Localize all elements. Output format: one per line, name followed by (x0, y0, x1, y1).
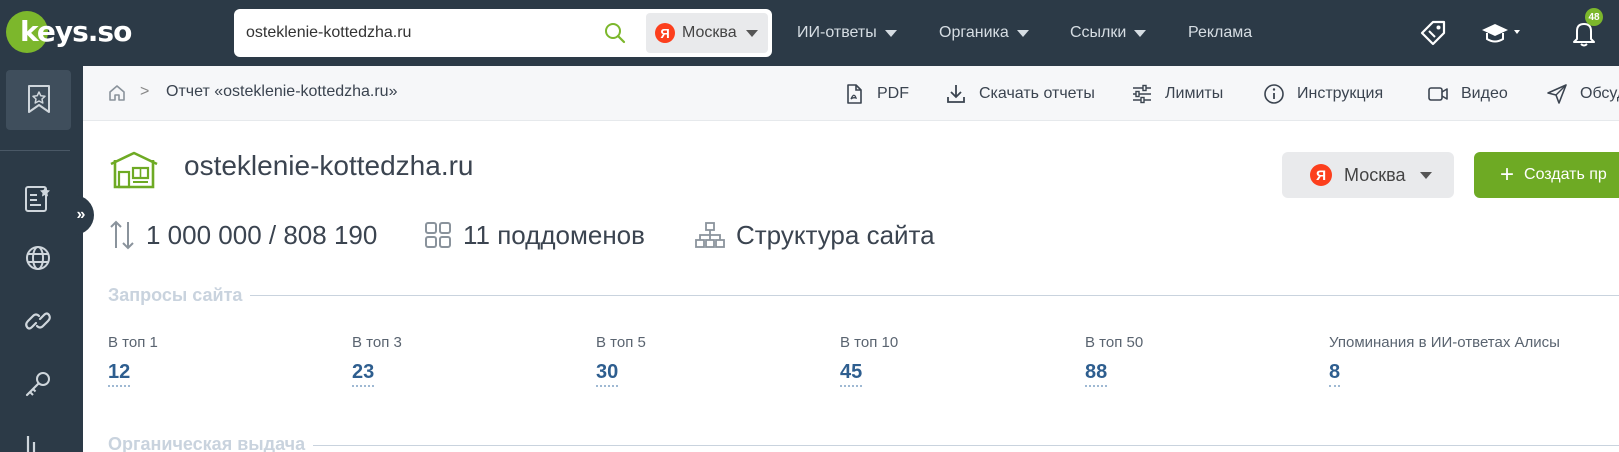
region-label: Москва (682, 24, 737, 41)
send-icon (1547, 83, 1567, 104)
report-toolbar: > Отчет «osteklenie-kottedzha.ru» PDF Ск… (83, 66, 1619, 121)
top-bar: keys.so Я Москва ИИ-ответы Органика Ссыл… (0, 0, 1619, 66)
chevron-down-icon (1016, 29, 1029, 37)
site-domain-title: osteklenie-kottedzha.ru (184, 150, 474, 181)
metric-top10: В топ 10 45 (840, 334, 898, 387)
metric-value[interactable]: 88 (1085, 361, 1108, 387)
queries-section-title: Запросы сайта (108, 285, 251, 306)
house-icon (110, 151, 158, 189)
metric-value[interactable]: 23 (352, 361, 375, 387)
section-divider (108, 295, 1619, 296)
chevron-down-icon (746, 30, 758, 37)
metric-top3: В топ 3 23 (352, 334, 402, 387)
metric-value[interactable]: 30 (596, 361, 619, 387)
link-icon[interactable] (23, 306, 53, 336)
search-input[interactable] (246, 9, 586, 57)
nav-label: Реклама (1188, 24, 1253, 41)
organic-section-title: Органическая выдача (108, 434, 314, 452)
nav-label: Органика (939, 24, 1009, 41)
download-reports-button[interactable]: Скачать отчеты (945, 66, 1095, 121)
list-star-icon[interactable] (23, 184, 53, 214)
nav-label: Ссылки (1070, 24, 1127, 41)
metric-label: В топ 3 (352, 334, 402, 351)
pdf-button[interactable]: PDF (843, 66, 909, 121)
breadcrumb-current: Отчет «osteklenie-kottedzha.ru» (166, 83, 398, 100)
logo-text: keys.so (20, 15, 132, 48)
section-divider (108, 445, 1619, 446)
yandex-icon: Я (1310, 164, 1332, 186)
action-label: Лимиты (1165, 84, 1224, 102)
nav-ads[interactable]: Реклама (1188, 0, 1252, 66)
home-icon[interactable] (107, 83, 127, 103)
sort-arrows-icon (110, 220, 134, 250)
key-icon[interactable] (23, 369, 53, 399)
grid-icon (425, 222, 451, 248)
limits-button[interactable]: Лимиты (1131, 66, 1223, 121)
yandex-icon: Я (655, 23, 675, 43)
metric-value[interactable]: 45 (840, 361, 863, 387)
metric-alice-mentions: Упоминания в ИИ-ответах Алисы 8 (1329, 334, 1560, 387)
notification-count-badge: 48 (1585, 8, 1603, 26)
pdf-icon (847, 83, 862, 104)
metric-label: В топ 5 (596, 334, 646, 351)
region-select[interactable]: Я Москва (646, 13, 768, 53)
action-label: Обсуд (1580, 84, 1619, 102)
sliders-icon (1133, 84, 1151, 103)
metric-label: В топ 10 (840, 334, 899, 351)
site-structure-link[interactable]: Структура сайта (694, 215, 935, 255)
nav-ai-answers[interactable]: ИИ-ответы (797, 0, 897, 66)
sidebar-expand-button[interactable]: » (68, 195, 94, 235)
video-icon (1428, 86, 1448, 101)
tag-icon[interactable] (1418, 18, 1448, 48)
nav-label: ИИ-ответы (797, 24, 877, 41)
metric-label: Упоминания в ИИ-ответах Алисы (1329, 334, 1560, 351)
subdomains-stat[interactable]: 11 поддоменов (423, 215, 645, 255)
chevron-down-icon (884, 29, 897, 37)
pages-indexed-stat: 1 000 000 / 808 190 (108, 215, 377, 255)
metric-value[interactable]: 8 (1329, 361, 1341, 387)
keys-so-logo[interactable]: keys.so (6, 10, 132, 54)
action-label: Инструкция (1297, 84, 1384, 102)
nav-links[interactable]: Ссылки (1070, 0, 1147, 66)
metric-top5: В топ 5 30 (596, 334, 646, 387)
plus-icon: + (1500, 161, 1515, 188)
site-structure-label: Структура сайта (736, 219, 935, 250)
graduation-cap-icon[interactable] (1480, 18, 1526, 48)
left-sidebar: » (0, 66, 94, 452)
action-label: PDF (877, 84, 909, 102)
video-button[interactable]: Видео (1427, 66, 1508, 121)
metric-top50: В топ 50 88 (1085, 334, 1143, 387)
action-label: Видео (1461, 84, 1508, 102)
sidebar-item-bookmarks[interactable] (6, 70, 71, 130)
metric-label: В топ 1 (108, 334, 158, 351)
search-box: Я Москва (234, 9, 772, 57)
metric-value[interactable]: 12 (108, 361, 131, 387)
metric-label: В топ 50 (1085, 334, 1144, 351)
nav-organic[interactable]: Органика (939, 0, 1029, 66)
action-label: Скачать отчеты (979, 84, 1095, 102)
info-icon (1264, 83, 1284, 104)
instructions-button[interactable]: Инструкция (1263, 66, 1383, 121)
pages-stat-value: 1 000 000 / 808 190 (146, 219, 378, 250)
discuss-button[interactable]: Обсуд (1546, 66, 1619, 121)
metric-top1: В топ 1 12 (108, 334, 158, 387)
chevron-down-icon (1420, 172, 1432, 179)
region-label: Москва (1344, 164, 1406, 185)
create-project-button[interactable]: + Создать пр (1474, 152, 1619, 198)
search-icon[interactable] (604, 22, 626, 44)
subdomains-stat-value: 11 поддоменов (463, 219, 645, 250)
bookmark-star-icon (28, 85, 50, 113)
create-button-label: Создать пр (1524, 166, 1607, 183)
chevron-down-icon (1134, 29, 1147, 37)
sitemap-icon (695, 222, 725, 248)
globe-icon[interactable] (23, 243, 53, 273)
sidebar-divider (0, 150, 70, 151)
breadcrumb-separator: > (140, 83, 150, 100)
region-button[interactable]: Я Москва (1282, 152, 1454, 198)
download-icon (947, 84, 965, 103)
chart-icon[interactable] (23, 430, 53, 452)
